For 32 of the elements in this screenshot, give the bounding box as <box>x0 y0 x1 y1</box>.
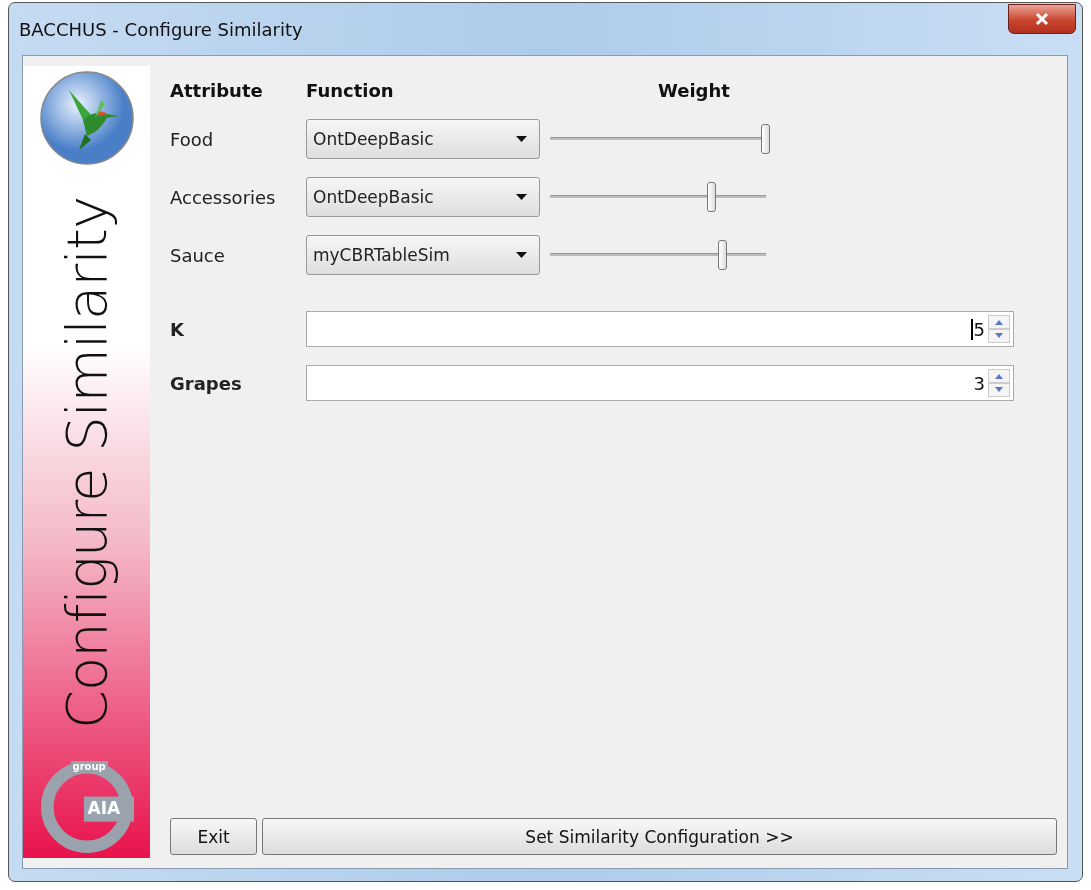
slider-handle[interactable] <box>717 240 727 270</box>
window-title: BACCHUS - Configure Similarity <box>19 18 303 40</box>
spin-down-icon[interactable] <box>988 329 1010 343</box>
number-spinbox[interactable]: 5 <box>306 311 1014 347</box>
dialog-button[interactable]: Exit <box>170 818 257 855</box>
attribute-label: Food <box>170 128 215 150</box>
slider-handle[interactable] <box>707 182 716 212</box>
function-dropdown[interactable]: myCBRTableSim <box>306 235 540 275</box>
column-header: Weight <box>657 80 731 101</box>
close-button[interactable] <box>1008 4 1076 34</box>
function-dropdown[interactable]: OntDeepBasic <box>306 119 540 159</box>
attribute-label: Accessories <box>170 186 277 208</box>
slider-handle[interactable] <box>761 124 770 154</box>
spin-up-icon[interactable] <box>988 369 1010 383</box>
dropdown-caret-icon <box>516 193 527 201</box>
dropdown-caret-icon <box>516 135 527 143</box>
function-dropdown[interactable]: OntDeepBasic <box>306 177 540 217</box>
number-spinbox[interactable]: 3 <box>306 365 1014 401</box>
field-label: Grapes <box>170 372 243 394</box>
column-header: Attribute <box>170 80 264 101</box>
dialog-button[interactable]: Set Similarity Configuration >> <box>262 818 1057 855</box>
attribute-label: Sauce <box>170 244 226 266</box>
field-label: K <box>170 318 185 340</box>
sidebar-title: Configure Similarity <box>54 196 119 732</box>
logo-caption: group <box>70 761 108 773</box>
spin-down-icon[interactable] <box>988 383 1010 397</box>
column-header: Function <box>306 80 395 101</box>
hummingbird-globe-icon <box>38 70 135 166</box>
spin-up-icon[interactable] <box>988 315 1010 329</box>
dropdown-caret-icon <box>516 251 527 259</box>
logo-text: AIA <box>87 798 121 818</box>
close-icon <box>1034 12 1050 26</box>
